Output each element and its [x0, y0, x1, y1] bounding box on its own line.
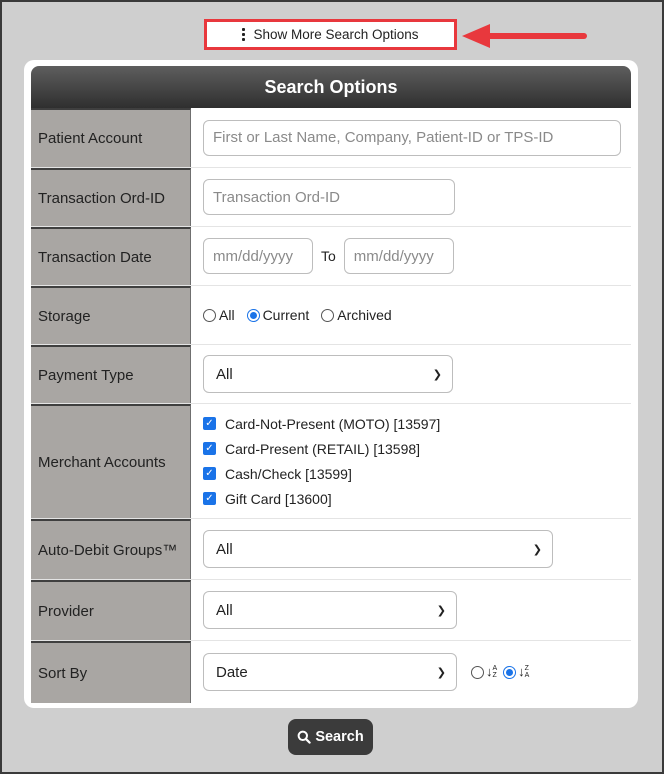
provider-select[interactable]: All ❯: [203, 591, 457, 629]
panel-title: Search Options: [31, 66, 631, 108]
chevron-down-icon: ❯: [432, 368, 442, 381]
merchant-accounts-list: ✓ Card-Not-Present (MOTO) [13597] ✓ Card…: [203, 416, 440, 507]
radio-sort-descending[interactable]: [503, 665, 517, 679]
show-more-highlight-box: Show More Search Options: [204, 19, 457, 50]
chevron-down-icon: ❯: [436, 604, 446, 617]
radio-sort-ascending[interactable]: [471, 665, 484, 679]
sort-by-select[interactable]: Date ❯: [203, 653, 457, 691]
search-button-label: Search: [315, 729, 364, 745]
label-sort-by: Sort By: [31, 641, 191, 703]
auto-debit-groups-select[interactable]: All ❯: [203, 530, 553, 568]
date-to-label: To: [321, 248, 336, 264]
storage-option-archived[interactable]: Archived: [321, 307, 392, 323]
search-options-panel: Search Options Patient Account First or …: [24, 60, 638, 708]
show-more-label: Show More Search Options: [253, 27, 419, 42]
row-payment-type: Payment Type All ❯: [31, 345, 631, 404]
label-merchant-accounts: Merchant Accounts: [31, 404, 191, 518]
label-transaction-ord-id: Transaction Ord-ID: [31, 168, 191, 226]
checkbox-checked-icon[interactable]: ✓: [203, 442, 216, 455]
merchant-account-item[interactable]: ✓ Cash/Check [13599]: [203, 466, 440, 482]
label-provider: Provider: [31, 580, 191, 640]
radio-all[interactable]: [203, 308, 216, 322]
label-auto-debit-groups: Auto-Debit Groups™: [31, 519, 191, 579]
row-provider: Provider All ❯: [31, 580, 631, 641]
row-patient-account: Patient Account First or Last Name, Comp…: [31, 108, 631, 168]
label-patient-account: Patient Account: [31, 108, 191, 167]
merchant-account-item[interactable]: ✓ Card-Present (RETAIL) [13598]: [203, 441, 440, 457]
merchant-account-item[interactable]: ✓ Gift Card [13600]: [203, 491, 440, 507]
checkbox-checked-icon[interactable]: ✓: [203, 467, 216, 480]
radio-archived[interactable]: [321, 308, 335, 322]
search-icon: [297, 730, 312, 744]
checkbox-checked-icon[interactable]: ✓: [203, 492, 216, 505]
label-payment-type: Payment Type: [31, 345, 191, 403]
row-merchant-accounts: Merchant Accounts ✓ Card-Not-Present (MO…: [31, 404, 631, 519]
chevron-down-icon: ❯: [436, 666, 446, 679]
sort-ascending-icon: ↓ A Z: [486, 664, 498, 679]
storage-option-current[interactable]: Current: [246, 307, 309, 323]
show-more-search-options-link[interactable]: Show More Search Options: [242, 27, 419, 42]
sort-direction-group: ↓ A Z ↓ Z A: [471, 665, 529, 679]
kebab-menu-icon: [242, 28, 246, 41]
payment-type-select[interactable]: All ❯: [203, 355, 453, 393]
row-sort-by: Sort By Date ❯ ↓ A Z ↓ Z A: [31, 641, 631, 703]
sort-descending-option[interactable]: ↓ Z A: [503, 665, 529, 679]
search-button[interactable]: Search: [288, 719, 373, 755]
sort-descending-icon: ↓ Z A: [518, 664, 530, 679]
transaction-ord-id-input[interactable]: Transaction Ord-ID: [203, 179, 455, 215]
row-transaction-ord-id: Transaction Ord-ID Transaction Ord-ID: [31, 168, 631, 227]
date-from-input[interactable]: mm/dd/yyyy: [203, 238, 313, 274]
label-storage: Storage: [31, 286, 191, 344]
sort-ascending-option[interactable]: ↓ A Z: [471, 665, 497, 679]
row-storage: Storage All Current Archived: [31, 286, 631, 345]
label-transaction-date: Transaction Date: [31, 227, 191, 285]
patient-account-input[interactable]: First or Last Name, Company, Patient-ID …: [203, 119, 621, 156]
row-auto-debit-groups: Auto-Debit Groups™ All ❯: [31, 519, 631, 580]
row-transaction-date: Transaction Date mm/dd/yyyy To mm/dd/yyy…: [31, 227, 631, 286]
pointer-arrow-icon: [462, 24, 587, 48]
date-to-input[interactable]: mm/dd/yyyy: [343, 238, 454, 274]
checkbox-checked-icon[interactable]: ✓: [203, 417, 216, 430]
merchant-account-item[interactable]: ✓ Card-Not-Present (MOTO) [13597]: [203, 416, 440, 432]
radio-current[interactable]: [246, 308, 260, 322]
chevron-down-icon: ❯: [532, 543, 542, 556]
storage-option-all[interactable]: All: [203, 307, 235, 323]
